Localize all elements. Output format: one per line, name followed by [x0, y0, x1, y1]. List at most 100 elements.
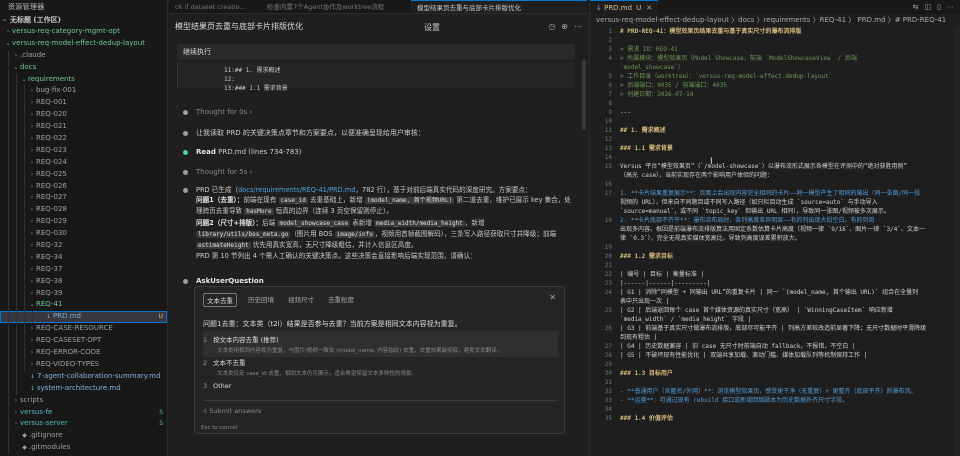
tree-folder[interactable]: › versus-fe S [0, 406, 167, 419]
tree-file[interactable]: ↓ PRD.md U [0, 311, 167, 324]
indent-guide [8, 121, 9, 134]
indent-guide [16, 251, 17, 264]
tree-folder[interactable]: › versus-server S [0, 418, 167, 431]
tree-folder[interactable]: › .claude [0, 49, 167, 62]
indent-guide [24, 358, 25, 371]
tree-folder[interactable]: › REQ-39 [0, 287, 167, 300]
tree-folder[interactable]: › REQ-021 [0, 121, 167, 134]
file-icon: ◆ [22, 432, 27, 440]
question-tab-text-dedup[interactable]: 文本去重 [203, 293, 237, 307]
submit-answers-button[interactable]: 4 Submit answers [203, 407, 261, 415]
code-line: | G5 | 不破坏现有性能优化 | 双端共享加载、滚动门槛、媒体加载队列等机制… [620, 351, 868, 359]
option-1[interactable]: 1 按文本内容去重 (推荐) 文本类用相同内容视为重复，与图片/视频一致去 (mo… [203, 331, 558, 357]
tree-folder[interactable]: › REQ-37 [0, 263, 167, 276]
tree-folder[interactable]: › REQ-CASESET-OPT [0, 335, 167, 348]
tree-folder[interactable]: › REQ-028 [0, 204, 167, 217]
tree-folder[interactable]: › REQ-38 [0, 275, 167, 288]
indent-guide [8, 382, 9, 395]
tree-folder[interactable]: ⌄ docs [0, 61, 167, 74]
option-2[interactable]: 2 文本不去重 文本类仅走 case_id 去重，相同文本仍可展示，适合希望保留文… [203, 357, 558, 377]
thought-row-1[interactable]: Thought for 0s › [183, 108, 252, 116]
prd-link[interactable]: docs/requirements/REQ-41/PRD.md [238, 186, 355, 194]
tree-folder[interactable]: › REQ-027 [0, 192, 167, 205]
indent-guide [8, 133, 9, 145]
tab-dataset[interactable]: ck if dataset creatio... [169, 0, 261, 13]
close-icon[interactable]: ✕ [646, 4, 652, 12]
more-icon[interactable]: ⋯ [574, 22, 582, 31]
breadcrumb[interactable]: versus-req-model-effect-dedup-layout 〉do… [590, 14, 960, 26]
question-tab-granularity[interactable]: 去重粒度 [325, 293, 357, 307]
preview-icon[interactable]: ◫ [925, 3, 932, 11]
indent-guide [16, 144, 17, 157]
new-chat-icon[interactable]: ⊕ [561, 22, 568, 31]
option-3[interactable]: 3 Other [203, 382, 558, 390]
line-number: 1 [608, 28, 612, 35]
minimap[interactable] [955, 26, 960, 456]
tree-folder[interactable]: › REQ-ERROR-CODE [0, 347, 167, 359]
tree-label: versus-server [20, 419, 68, 428]
tree-folder[interactable]: › REQ-025 [0, 168, 167, 181]
indent-guide [24, 144, 25, 157]
tree-file[interactable]: ◆ .gitignore [0, 430, 167, 443]
indent-guide [16, 192, 17, 205]
line-number: 32 [604, 388, 612, 395]
chat-scrollbar[interactable] [582, 60, 586, 130]
question-tab-backfill[interactable]: 历史回填 [245, 293, 277, 307]
tree-folder[interactable]: › REQ-34 [0, 251, 167, 264]
more-icon[interactable]: ⋯ [947, 3, 954, 11]
indent-guide [16, 204, 17, 217]
indent-guide [24, 109, 25, 122]
tree-folder[interactable]: › REQ-CASE-RESOURCE [0, 323, 167, 336]
tree-folder[interactable]: ⌄ requirements [0, 73, 167, 86]
tab-model-dedup[interactable]: 模型结果页去重与底部卡片排版优化 [411, 0, 587, 13]
tree-file[interactable]: ↓ system-architecture.md [0, 382, 167, 395]
tree-folder[interactable]: › REQ-023 [0, 144, 167, 157]
history-icon[interactable]: ◷ [548, 22, 555, 31]
workspace-header[interactable]: ⌄ 无标题 (工作区) [0, 14, 167, 26]
tree-folder[interactable]: › versus-req-category-mgmt-opt [0, 26, 167, 38]
tree-folder[interactable]: › scripts [0, 394, 167, 407]
tree-folder[interactable]: › bug-fix-001 [0, 85, 167, 98]
tree-folder[interactable]: › REQ-022 [0, 133, 167, 145]
tree-label: .claude [20, 50, 46, 59]
compare-icon[interactable]: ⇆ [913, 3, 919, 11]
chat-header: 模型结果页去重与底部卡片排版优化 设置 ◷ ⊕ ⋯ [169, 14, 588, 38]
tab-prd-md[interactable]: ↓ PRD.md U ✕ [590, 0, 659, 14]
chevron-right-icon: › [30, 182, 34, 190]
split-icon[interactable]: ▯ [937, 3, 941, 11]
tree-folder[interactable]: › REQ-024 [0, 156, 167, 169]
question-tab-video-size[interactable]: 视频尺寸 [285, 293, 317, 307]
tree-folder[interactable]: › REQ-026 [0, 180, 167, 193]
chevron-right-icon: › [30, 170, 34, 178]
tree-file[interactable]: ↓ 7-agent-collaboration-summary.md [0, 370, 167, 383]
line-number: 29 [604, 361, 612, 368]
tree-folder[interactable]: ⌄ REQ-41 [0, 299, 167, 312]
tree-folder[interactable]: › REQ-020 [0, 109, 167, 122]
read-tool-row[interactable]: Read PRD.md (lines 734-783) [183, 148, 302, 156]
tree-folder[interactable]: › REQ-VIDEO-TYPES [0, 358, 167, 371]
tree-folder[interactable]: › REQ-001 [0, 97, 167, 110]
tree-folder[interactable]: › REQ-029 [0, 216, 167, 229]
editor-content[interactable]: Ⅰ 1 # PRD-REQ-41：模型效果页结果去重与基于真实尺寸的瀑布流排版 2 3… [590, 26, 960, 456]
indent-guide [16, 97, 17, 110]
inline-code: media_width/media_height [374, 219, 465, 227]
tree-folder[interactable]: › REQ-32 [0, 240, 167, 252]
line-number: 2 [608, 37, 612, 44]
tree-label: REQ-029 [36, 217, 67, 226]
chat-tabs: ck if dataset creatio... 检查内置7个Agent协作及w… [169, 0, 588, 14]
tree-folder[interactable]: › REQ-030 [0, 228, 167, 241]
line-number: 5 [608, 73, 612, 80]
tree-folder[interactable]: ⌄ versus-req-model-effect-dedup-layout [0, 38, 167, 50]
indent-guide [16, 73, 17, 86]
indent-guide [16, 109, 17, 122]
tree-label: requirements [28, 74, 75, 83]
code-snippet: 11:## 1. 需求概述 12: 13:### 1.1 需求背景 [177, 62, 575, 92]
thought-row-2[interactable]: Thought for 5s › [183, 168, 252, 176]
tab-agent-check[interactable]: 检查内置7个Agent协作及worktree流程 [261, 0, 411, 13]
tab-label: PRD.md [604, 4, 633, 12]
tree-file[interactable]: ◆ .gitmodules [0, 442, 167, 455]
settings-link[interactable]: 设置 [424, 22, 440, 33]
tree-label: versus-req-model-effect-dedup-layout [12, 38, 145, 47]
close-icon[interactable]: ✕ [549, 293, 556, 302]
tree-label: REQ-32 [36, 241, 63, 250]
